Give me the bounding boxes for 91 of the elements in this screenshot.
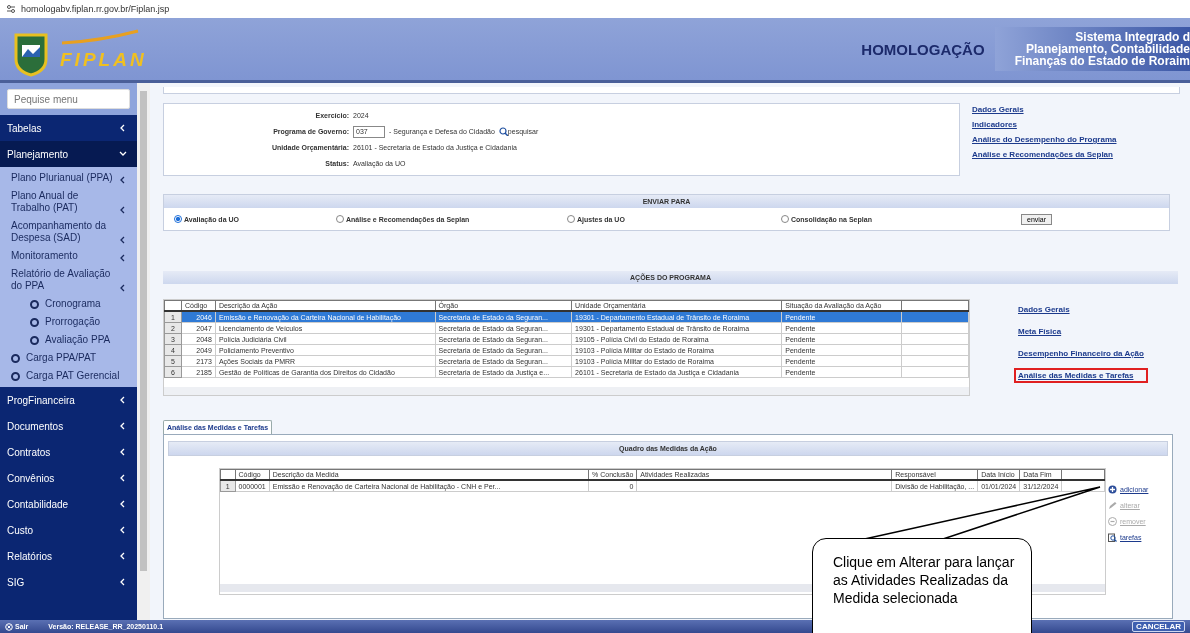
- swoosh-icon: [60, 29, 140, 45]
- chevron-left-icon: [119, 284, 127, 292]
- radio-button[interactable]: [567, 215, 575, 223]
- chevron-left-icon: [119, 448, 127, 456]
- submenu-label: Cronograma: [45, 298, 101, 310]
- menu-label: Contratos: [7, 446, 51, 458]
- submenu-label: Carga PAT Gerencial: [26, 370, 120, 382]
- menu-label: Custo: [7, 524, 34, 536]
- circle-icon: [11, 353, 20, 363]
- action-link[interactable]: Desempenho Financeiro da Ação: [1014, 346, 1148, 361]
- submenu-label: Relatório de Avaliação do PPA: [11, 268, 112, 292]
- horizontal-scrollbar[interactable]: [164, 387, 969, 395]
- radio-button[interactable]: [781, 215, 789, 223]
- chevron-left-icon: [119, 236, 127, 244]
- menu-label: Documentos: [7, 420, 64, 432]
- menu-label: Relatórios: [7, 550, 53, 562]
- chevron-left-icon: [119, 124, 127, 132]
- program-link[interactable]: Indicadores: [972, 120, 1117, 129]
- menu-item[interactable]: Tabelas: [0, 115, 137, 141]
- menu-item[interactable]: SIG: [0, 569, 137, 595]
- menu-item[interactable]: ProgFinanceira: [0, 387, 137, 413]
- action-link[interactable]: Análise das Medidas e Tarefas: [1014, 368, 1148, 383]
- program-link[interactable]: Análise e Recomendações da Seplan: [972, 150, 1117, 159]
- chevron-left-icon: [119, 422, 127, 430]
- submenu-label: Avaliação PPA: [45, 334, 111, 346]
- menu-label: Convênios: [7, 472, 55, 484]
- chevron-left-icon: [119, 206, 127, 214]
- program-link[interactable]: Dados Gerais: [972, 105, 1117, 114]
- chevron-left-icon: [119, 552, 127, 560]
- submenu-label: Carga PPA/PAT: [26, 352, 97, 364]
- action-link[interactable]: Dados Gerais: [1014, 302, 1148, 317]
- circle-icon: [30, 299, 39, 309]
- radio-button[interactable]: [336, 215, 344, 223]
- submenu-item[interactable]: Prorrogação: [0, 313, 137, 331]
- chevron-left-icon: [119, 474, 127, 482]
- submenu-item[interactable]: Avaliação PPA: [0, 331, 137, 349]
- submenu-item[interactable]: Relatório de Avaliação do PPA: [0, 265, 137, 295]
- logo-text: FIPLAN: [60, 49, 147, 71]
- circle-icon: [30, 317, 39, 327]
- submenu-item[interactable]: Acompanhamento da Despesa (SAD): [0, 217, 137, 247]
- environment-label: HOMOLOGAÇÃO: [861, 40, 985, 58]
- chevron-left-icon: [119, 578, 127, 586]
- chevron-left-icon: [119, 396, 127, 404]
- submenu-label: Plano Anual de Trabalho (PAT): [11, 190, 80, 214]
- header-cell: [220, 469, 235, 480]
- menu-item[interactable]: Convênios: [0, 465, 137, 491]
- menu-label: SIG: [7, 576, 25, 588]
- submenu-item[interactable]: Plano Anual de Trabalho (PAT): [0, 187, 137, 217]
- submenu-item[interactable]: Carga PPA/PAT: [0, 349, 137, 367]
- radio-button[interactable]: [174, 215, 182, 223]
- system-name: Sistema Integrado d Planejamento, Contabilidade Finanças do Estado de Roraim: [994, 27, 1190, 71]
- submenu-item[interactable]: Monitoramento: [0, 247, 137, 265]
- site-settings-icon: [6, 4, 16, 14]
- plus-icon: [1108, 485, 1117, 494]
- submenu-item[interactable]: Carga PAT Gerencial: [0, 367, 137, 385]
- minus-icon: [1108, 517, 1117, 526]
- submenu-item[interactable]: Cronograma: [0, 295, 137, 313]
- hint-tooltip: Clique em Alterar para lançar as Atividades Realizadas da Medida selecionada: [812, 538, 1032, 633]
- chevron-down-icon: [119, 150, 127, 158]
- program-link[interactable]: Análise do Desempenho do Programa: [972, 135, 1117, 144]
- menu-item[interactable]: Contratos: [0, 439, 137, 465]
- chevron-left-icon: [119, 254, 127, 262]
- submenu-item[interactable]: Plano Plurianual (PPA): [0, 169, 137, 187]
- menu-label: Contabilidade: [7, 498, 69, 510]
- menu-label: Planejamento: [7, 148, 69, 160]
- menu-item[interactable]: Contabilidade: [0, 491, 137, 517]
- url-text[interactable]: homologabv.fiplan.rr.gov.br/Fiplan.jsp: [21, 4, 170, 14]
- crest-icon: [12, 31, 50, 77]
- cancel-button[interactable]: CANCELAR: [1132, 621, 1185, 632]
- submenu-label: Monitoramento: [11, 250, 78, 262]
- menu-item[interactable]: Custo: [0, 517, 137, 543]
- chevron-left-icon: [119, 526, 127, 534]
- menu-search-field[interactable]: Pequise menu: [7, 89, 130, 109]
- menu-item[interactable]: Relatórios: [0, 543, 137, 569]
- action-link[interactable]: Meta Física: [1014, 324, 1148, 339]
- menu-label: ProgFinanceira: [7, 394, 75, 406]
- circle-icon: [30, 335, 39, 345]
- search-icon: [498, 127, 508, 136]
- circle-icon: [11, 371, 20, 381]
- document-search-icon: [1108, 533, 1117, 542]
- submenu-label: Acompanhamento da Despesa (SAD): [11, 220, 108, 244]
- sidebar-scrollbar[interactable]: [137, 83, 150, 620]
- chevron-left-icon: [119, 500, 127, 508]
- menu-label: Tabelas: [7, 122, 42, 134]
- chevron-left-icon: [119, 176, 127, 184]
- submenu-label: Plano Plurianual (PPA): [11, 172, 113, 184]
- submenu-label: Prorrogação: [45, 316, 101, 328]
- menu-item[interactable]: Planejamento: [0, 141, 137, 167]
- pencil-icon: [1108, 501, 1117, 510]
- menu-item[interactable]: Documentos: [0, 413, 137, 439]
- close-icon: [5, 622, 13, 631]
